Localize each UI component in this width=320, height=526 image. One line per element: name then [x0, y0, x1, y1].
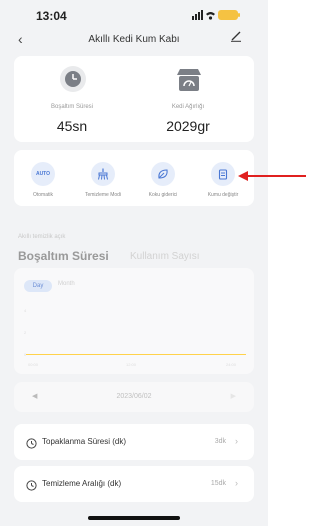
- clock-icon: [26, 436, 37, 454]
- leaf-icon: [151, 162, 175, 186]
- nav-bar: ‹ Akıllı Kedi Kum Kabı: [0, 26, 268, 54]
- setting-value: 15dk: [210, 480, 226, 487]
- setting-label: Temizleme Aralığı (dk): [42, 479, 122, 488]
- setting-value: 3dk: [214, 438, 226, 445]
- mode-deodorize-button[interactable]: Koku giderici: [138, 162, 188, 198]
- date-selector: ◀ 2023/06/02 ▶: [14, 382, 254, 412]
- setting-cleaning-interval[interactable]: Temizleme Aralığı (dk) 15dk ›: [14, 466, 254, 502]
- tab-usage-count[interactable]: Kullanım Sayısı: [130, 251, 199, 262]
- mode-label: Otomatik: [32, 192, 53, 198]
- mode-change-litter-button[interactable]: Kumu değiştir: [198, 162, 248, 198]
- setting-clumping-time[interactable]: Topaklanma Süresi (dk) 3dk ›: [14, 424, 254, 460]
- x-tick: 00:00: [28, 362, 39, 367]
- app-screen: 13:04 ‹ Akıllı Kedi Kum Kabı Boşaltım Sü…: [0, 0, 268, 526]
- stat-label: Kedi Ağırlığı: [171, 104, 205, 110]
- mode-label: Koku giderici: [148, 192, 178, 198]
- x-tick: 24:00: [226, 362, 237, 367]
- segment-day[interactable]: Day: [24, 280, 52, 292]
- setting-label: Topaklanma Süresi (dk): [42, 437, 127, 446]
- chart-line: [26, 354, 246, 355]
- auto-icon: AUTO: [31, 162, 55, 186]
- current-date: 2023/06/02: [116, 393, 152, 400]
- auto-icon-text: AUTO: [35, 171, 51, 177]
- stat-label: Boşaltım Süresi: [50, 104, 93, 110]
- edit-icon[interactable]: [230, 30, 242, 45]
- chart-card: Day Month 4 2 0 00:00 12:00 24:00: [14, 268, 254, 374]
- stats-card: Boşaltım Süresi 45sn Kedi Ağırlığı 2029g…: [14, 56, 254, 142]
- signal-wifi-icon: [192, 10, 216, 23]
- stat-value: 2029gr: [166, 118, 210, 134]
- tab-drain-time[interactable]: Boşaltım Süresi: [18, 249, 109, 263]
- status-bar: 13:04: [0, 0, 268, 26]
- next-date-button[interactable]: ▶: [231, 392, 236, 400]
- y-tick: 4: [24, 308, 27, 313]
- segment-month[interactable]: Month: [58, 281, 75, 287]
- mode-card: AUTO Otomatik Temizleme Modi Koku gideri…: [14, 150, 254, 206]
- clock-icon: [26, 478, 37, 496]
- cleaning-icon: [91, 162, 115, 186]
- battery-icon: [218, 10, 240, 20]
- page-title: Akıllı Kedi Kum Kabı: [88, 34, 180, 45]
- mode-cleaning-button[interactable]: Temizleme Modi: [78, 162, 128, 198]
- home-indicator: [88, 516, 180, 520]
- smart-clean-status: Akıllı temizlik açık: [18, 234, 66, 240]
- y-tick: 2: [24, 330, 27, 335]
- mode-label: Kumu değiştir: [207, 192, 239, 198]
- status-time: 13:04: [36, 9, 67, 23]
- x-tick: 12:00: [126, 362, 137, 367]
- scale-icon: [174, 64, 204, 94]
- stat-value: 45sn: [56, 118, 88, 134]
- chevron-right-icon: ›: [235, 436, 238, 446]
- mode-label: Temizleme Modi: [84, 192, 122, 198]
- chevron-right-icon: ›: [235, 478, 238, 488]
- mode-auto-button[interactable]: AUTO Otomatik: [18, 162, 68, 198]
- trash-icon: [211, 162, 235, 186]
- timer-icon: [58, 64, 88, 94]
